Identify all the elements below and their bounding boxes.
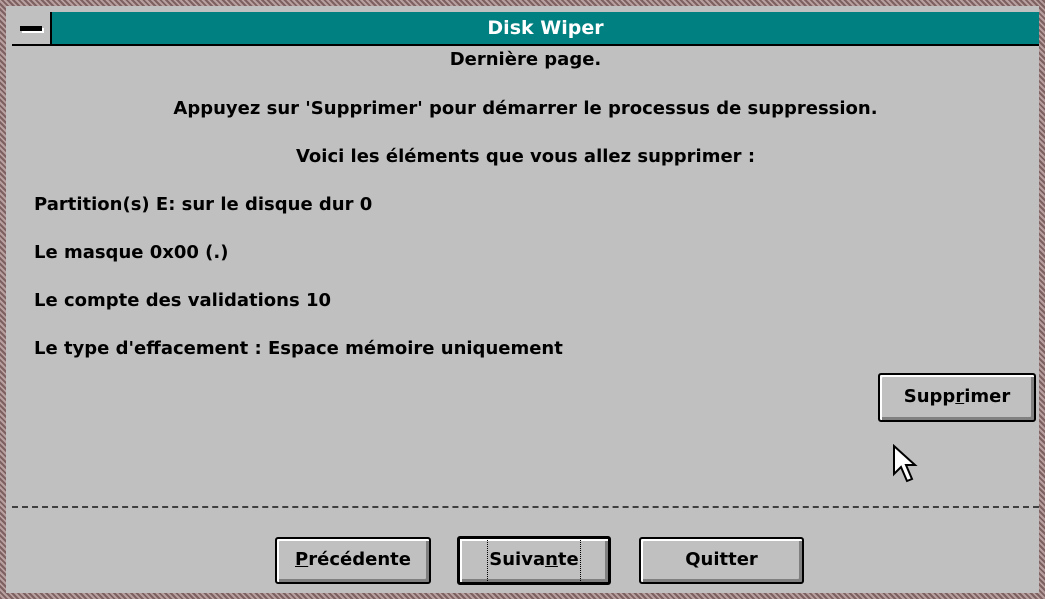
quit-button-label: Quitter: [685, 549, 758, 570]
next-button[interactable]: Suivante: [457, 536, 611, 585]
summary-item-validation-count: Le compte des validations 10: [34, 290, 332, 311]
instruction-text: Appuyez sur 'Supprimer' pour démarrer le…: [173, 98, 878, 119]
previous-button-label: Précédente: [295, 549, 411, 570]
delete-button[interactable]: Supprimer: [878, 373, 1036, 422]
dash-icon: [20, 26, 42, 31]
window-title: Disk Wiper: [487, 17, 604, 39]
page-heading: Dernière page.: [449, 49, 602, 70]
summary-item-partition: Partition(s) E: sur le disque dur 0: [34, 194, 373, 215]
summary-item-mask: Le masque 0x00 (.): [34, 242, 229, 263]
wizard-content: Dernière page. Appuyez sur 'Supprimer' p…: [12, 46, 1039, 599]
disk-wiper-window: Disk Wiper Dernière page. Appuyez sur 'S…: [0, 0, 1045, 599]
button-area-separator: [12, 506, 1039, 508]
quit-button[interactable]: Quitter: [639, 537, 804, 584]
next-button-label: Suivante: [487, 537, 581, 583]
delete-button-label: Supprimer: [903, 386, 1011, 407]
previous-button[interactable]: Précédente: [275, 537, 431, 584]
mouse-cursor-icon: [893, 444, 918, 483]
system-menu-button[interactable]: [12, 12, 52, 44]
title-bar[interactable]: Disk Wiper: [12, 12, 1039, 46]
summary-item-erase-type: Le type d'effacement : Espace mémoire un…: [34, 338, 563, 359]
summary-intro: Voici les éléments que vous allez suppri…: [295, 146, 756, 167]
